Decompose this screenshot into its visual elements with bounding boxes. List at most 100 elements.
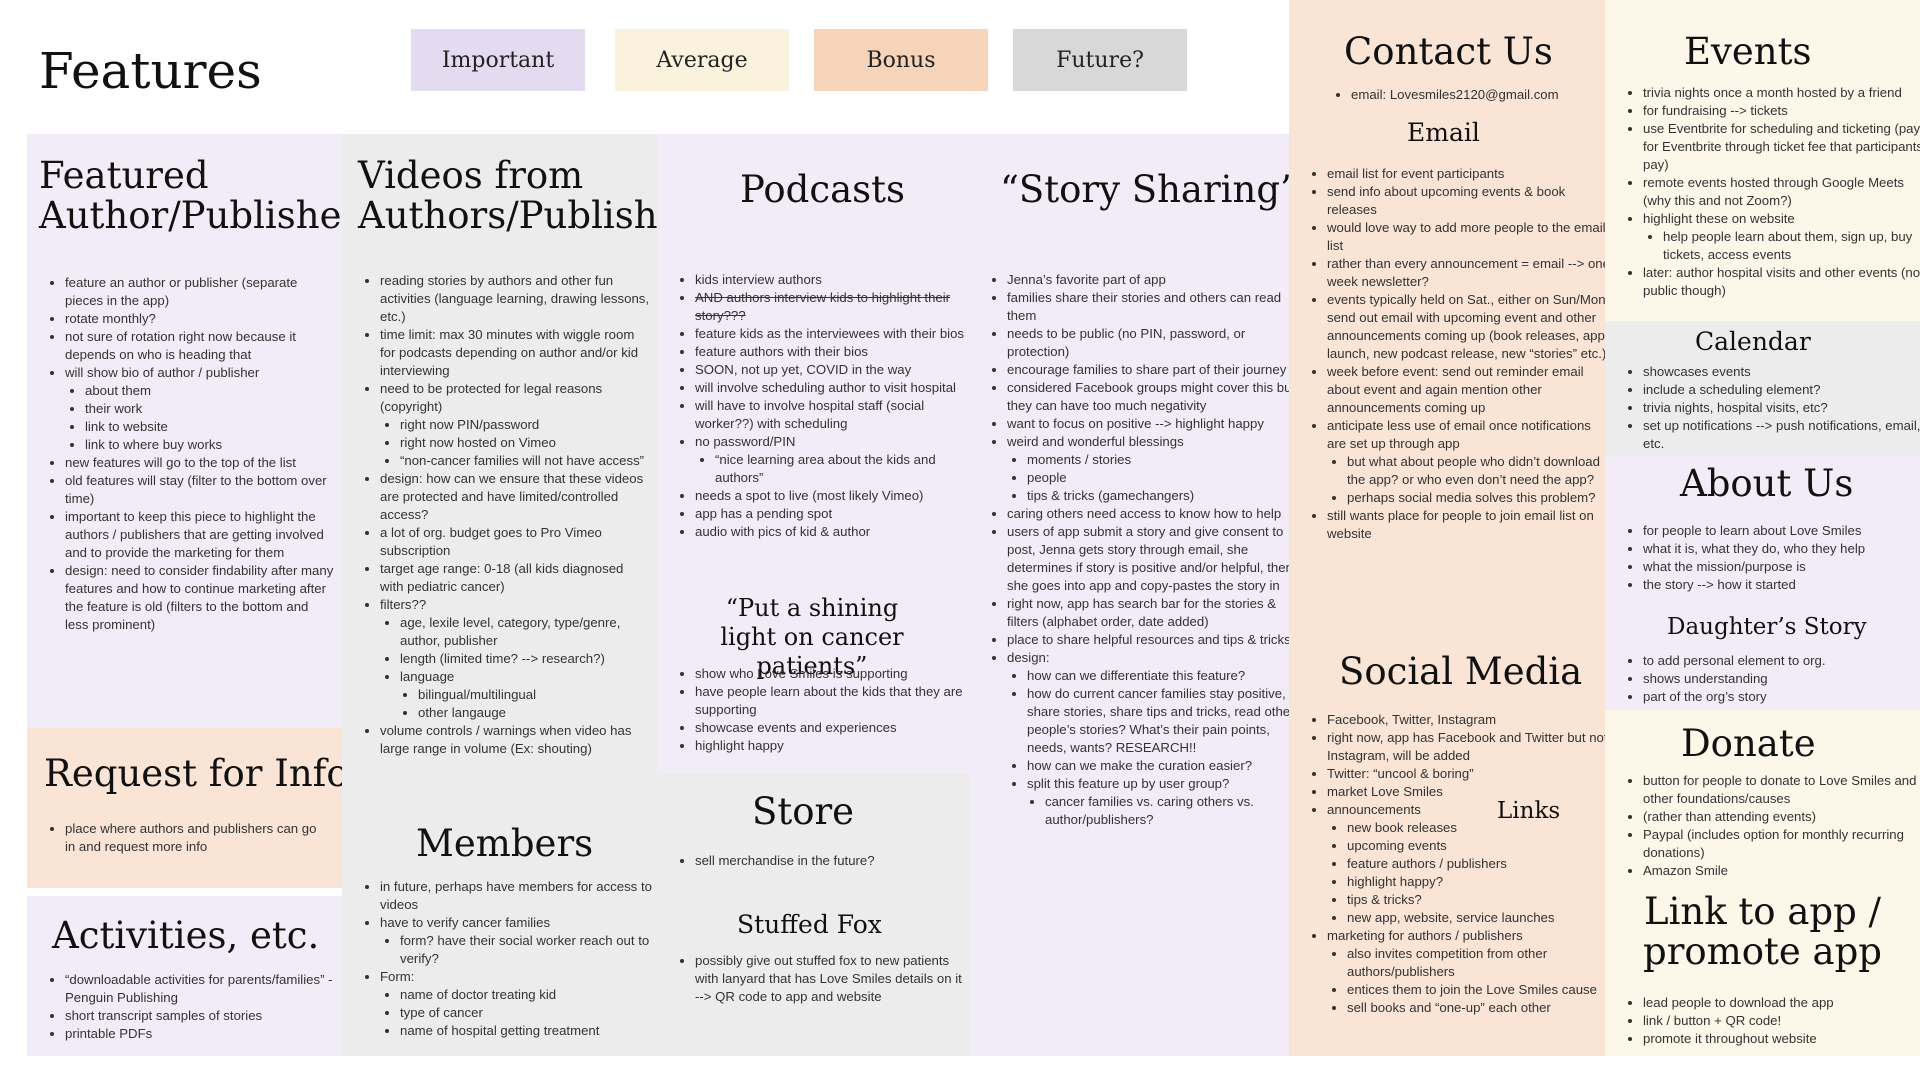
story-sharing-list: Jenna’s favorite part of app families sh…	[987, 271, 1297, 829]
list-item: filters??	[380, 596, 650, 614]
donate-title: Donate	[1681, 722, 1816, 765]
about-list: for people to learn about Love Smiles wh…	[1623, 522, 1920, 594]
list-item: important to keep this piece to highligh…	[65, 508, 335, 562]
list-item: feature authors / publishers	[1347, 855, 1615, 873]
list-item: how do current cancer families stay posi…	[1027, 685, 1297, 757]
email-title: Email	[1407, 118, 1480, 147]
list-item: highlight these on website	[1643, 210, 1920, 228]
list-item: feature authors with their bios	[695, 343, 977, 361]
list-item: what it is, what they do, who they help	[1643, 540, 1920, 558]
list-item: “nice learning area about the kids and a…	[715, 451, 977, 487]
list-item: but what about people who didn’t downloa…	[1347, 453, 1613, 489]
list-item: tips & tricks (gamechangers)	[1027, 487, 1297, 505]
email-list: email list for event participants send i…	[1307, 165, 1613, 543]
calendar-list: showcases events include a scheduling el…	[1623, 363, 1920, 453]
list-item: (rather than attending events)	[1643, 808, 1920, 826]
daughter-story-list: to add personal element to org. shows un…	[1623, 652, 1920, 706]
list-item: volume controls / warnings when video ha…	[380, 722, 650, 758]
list-item: link to website	[85, 418, 335, 436]
list-item: new features will go to the top of the l…	[65, 454, 335, 472]
list-item: showcases events	[1643, 363, 1920, 381]
list-item: caring others need access to know how to…	[1007, 505, 1297, 523]
list-item: link to where buy works	[85, 436, 335, 454]
list-item: right now, app has search bar for the st…	[1007, 595, 1297, 631]
list-item: their work	[85, 400, 335, 418]
featured-author-list: feature an author or publisher (separate…	[45, 274, 335, 634]
about-panel: About Us for people to learn about Love …	[1605, 456, 1920, 710]
contact-list: email: Lovesmiles2120@gmail.com	[1331, 86, 1621, 104]
list-item: anticipate less use of email once notifi…	[1327, 417, 1613, 453]
list-item: week before event: send out reminder ema…	[1327, 363, 1613, 417]
legend-future: Future?	[1013, 29, 1187, 91]
list-item: form? have their social worker reach out…	[400, 932, 660, 968]
list-item: users of app submit a story and give con…	[1007, 523, 1297, 595]
list-item: sell merchandise in the future?	[695, 852, 975, 870]
shining-light-list: show who Love Smiles is supporting have …	[675, 665, 975, 755]
list-item: would love way to add more people to the…	[1327, 219, 1613, 255]
list-item: help people learn about them, sign up, b…	[1663, 228, 1920, 264]
list-item: entices them to join the Love Smiles cau…	[1347, 981, 1615, 999]
list-item: short transcript samples of stories	[65, 1007, 345, 1025]
list-item: also invites competition from other auth…	[1347, 945, 1615, 981]
list-item: feature an author or publisher (separate…	[65, 274, 335, 310]
list-item: split this feature up by user group?	[1027, 775, 1297, 793]
list-item: right now PIN/password	[400, 416, 650, 434]
request-info-title: Request for Info	[44, 752, 349, 795]
list-item: weird and wonderful blessings	[1007, 433, 1297, 451]
stuffed-fox-list: possibly give out stuffed fox to new pat…	[675, 952, 965, 1006]
list-item: possibly give out stuffed fox to new pat…	[695, 952, 965, 1006]
about-title: About Us	[1680, 462, 1854, 505]
list-item: to add personal element to org.	[1643, 652, 1920, 670]
list-item: type of cancer	[400, 1004, 660, 1022]
list-item: have to verify cancer families	[380, 914, 660, 932]
list-item: old features will stay (filter to the bo…	[65, 472, 335, 508]
list-item: “non-cancer families will not have acces…	[400, 452, 650, 470]
calendar-title: Calendar	[1695, 327, 1811, 356]
list-item: trivia nights once a month hosted by a f…	[1643, 84, 1920, 102]
list-item: later: author hospital visits and other …	[1643, 264, 1920, 300]
social-media-list: Facebook, Twitter, Instagram right now, …	[1307, 711, 1615, 1017]
request-info-list: place where authors and publishers can g…	[45, 820, 325, 856]
list-item: SOON, not up yet, COVID in the way	[695, 361, 977, 379]
list-item: for people to learn about Love Smiles	[1643, 522, 1920, 540]
featured-author-title: Featured Author/Publisher	[39, 154, 360, 237]
daughter-story-title: Daughter’s Story	[1667, 614, 1867, 640]
list-item: Jenna’s favorite part of app	[1007, 271, 1297, 289]
videos-panel: Videos from Authors/Publishers reading s…	[342, 134, 716, 1056]
list-item: button for people to donate to Love Smil…	[1643, 772, 1920, 808]
list-item: perhaps social media solves this problem…	[1347, 489, 1613, 507]
list-item: place to share helpful resources and tip…	[1007, 631, 1297, 649]
list-item: what the mission/purpose is	[1643, 558, 1920, 576]
list-item: no password/PIN	[695, 433, 977, 451]
events-list: trivia nights once a month hosted by a f…	[1623, 84, 1920, 300]
podcasts-list: kids interview authors AND authors inter…	[675, 271, 977, 541]
list-item: needs to be public (no PIN, password, or…	[1007, 325, 1297, 361]
list-item: email: Lovesmiles2120@gmail.com	[1351, 86, 1621, 104]
legend-average: Average	[615, 29, 789, 91]
list-item: still wants place for people to join ema…	[1327, 507, 1613, 543]
list-item: kids interview authors	[695, 271, 977, 289]
calendar-panel: Calendar showcases events include a sche…	[1605, 321, 1920, 456]
list-item: app has a pending spot	[695, 505, 977, 523]
list-item: will involve scheduling author to visit …	[695, 379, 977, 397]
legend-bonus: Bonus	[814, 29, 988, 91]
list-item: considered Facebook groups might cover t…	[1007, 379, 1297, 415]
list-item: right now, app has Facebook and Twitter …	[1327, 729, 1615, 765]
list-item: set up notifications --> push notificati…	[1643, 417, 1920, 453]
list-item: promote it throughout website	[1643, 1030, 1920, 1048]
list-item: upcoming events	[1347, 837, 1615, 855]
list-item: new book releases	[1347, 819, 1615, 837]
stuffed-fox-title: Stuffed Fox	[737, 910, 882, 939]
story-sharing-panel: “Story Sharing” Jenna’s favorite part of…	[969, 134, 1299, 1056]
list-item: cancer families vs. caring others vs. au…	[1045, 793, 1297, 829]
list-item: other langauge	[418, 704, 650, 722]
list-item: Paypal (includes option for monthly recu…	[1643, 826, 1920, 862]
list-item: how can we differentiate this feature?	[1027, 667, 1297, 685]
list-item: Amazon Smile	[1643, 862, 1920, 880]
list-item: announcements	[1327, 801, 1615, 819]
list-item: a lot of org. budget goes to Pro Vimeo s…	[380, 524, 650, 560]
list-item: highlight happy?	[1347, 873, 1615, 891]
list-item: need to be protected for legal reasons (…	[380, 380, 650, 416]
list-item: part of the org’s story	[1643, 688, 1920, 706]
list-item: lead people to download the app	[1643, 994, 1920, 1012]
